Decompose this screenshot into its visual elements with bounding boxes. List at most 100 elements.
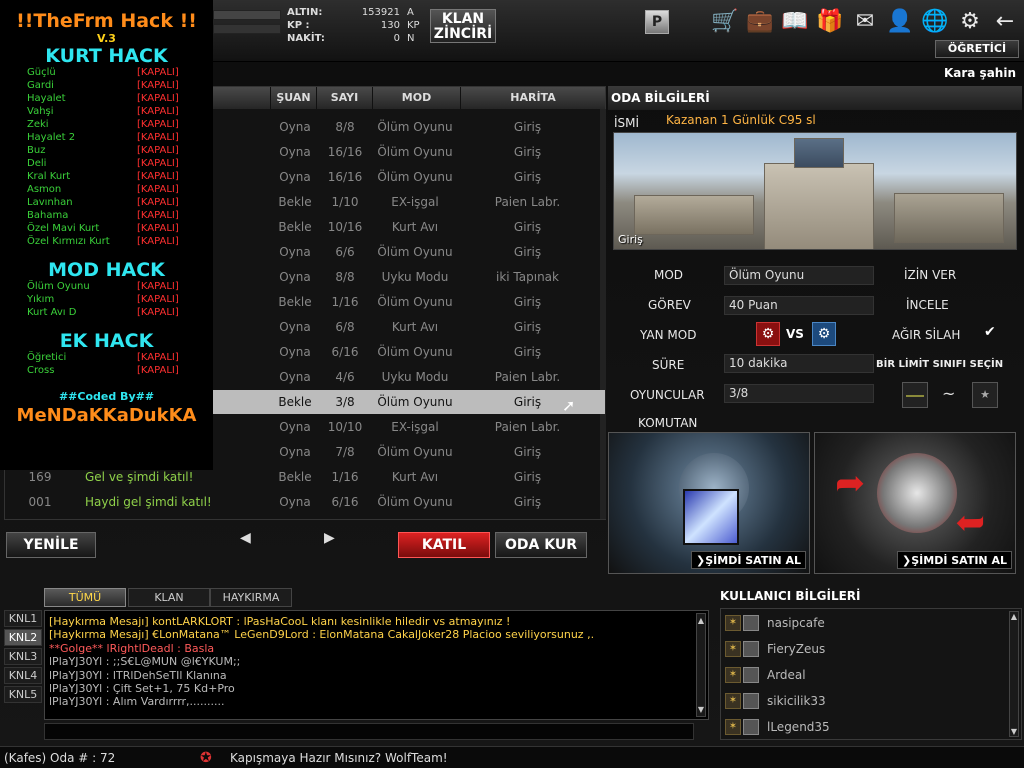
hack-toggle-name: Deli [27, 158, 47, 169]
chat-input[interactable] [44, 723, 694, 740]
room-map: Paien Labr. [494, 420, 561, 434]
hack-toggle-name: Hayalet 2 [27, 132, 76, 143]
back-arrow-icon[interactable]: ← [990, 8, 1020, 36]
heavy-weapon-label: AĞIR SİLAH [892, 328, 961, 342]
gold-label: ALTIN: [287, 7, 323, 18]
user-list-scrollbar[interactable]: ▲ ▼ [1009, 611, 1019, 737]
mouse-cursor-icon: ➚ [562, 396, 576, 415]
room-player-count: 1/16 [331, 295, 359, 309]
task-label: GÖREV [648, 298, 691, 312]
refresh-button[interactable]: YENİLE [6, 532, 96, 558]
buy-now-button-2[interactable]: ❯ŞİMDİ SATIN AL [897, 551, 1012, 569]
header-count[interactable]: SAYI [316, 87, 372, 109]
skull-ad-banner[interactable]: ➦ ➦ ❯ŞİMDİ SATIN AL [814, 432, 1016, 574]
room-status: Oyna [279, 345, 311, 359]
prev-page-icon[interactable]: ◀ [240, 530, 251, 546]
user-badge-icon [743, 615, 759, 631]
header-mode[interactable]: MOD [372, 87, 460, 109]
profile-card-icon[interactable]: 👤 [885, 8, 915, 36]
globe-icon[interactable]: 🌐 [920, 8, 950, 36]
channel-knl4[interactable]: KNL4 [4, 667, 42, 684]
hack-toggle-name: Ölüm Oyunu [27, 281, 90, 292]
hack-toggle-row: Hayalet 2 [KAPALI] [0, 132, 213, 145]
duration-label: SÜRE [652, 358, 685, 372]
room-player-count: 16/16 [327, 145, 363, 159]
settings-gear-icon[interactable]: ⚙ [955, 8, 985, 36]
user-name: FieryZeus [767, 642, 826, 656]
mode-label: MOD [654, 268, 684, 282]
room-player-count: 10/10 [327, 420, 363, 434]
hack-toggle-state: [KAPALI] [137, 93, 179, 104]
hack-toggle-name: Bahama [27, 210, 69, 221]
hack-version: V.3 [97, 32, 116, 45]
hack-toggle-name: Hayalet [27, 93, 66, 104]
channel-knl1[interactable]: KNL1 [4, 610, 42, 627]
heavy-weapon-check-icon[interactable]: ✔ [984, 324, 996, 340]
chat-line: lPlaYJ30Yl : lTRlDehSeTIl Klanına [49, 668, 227, 682]
hack-toggle-state: [KAPALI] [137, 145, 179, 156]
room-mode: Ölüm Oyunu [377, 170, 453, 184]
rank-icon: ✶ [725, 667, 741, 683]
clan-chain-button[interactable]: KLAN ZİNCİRİ [430, 9, 496, 43]
players-value: 3/8 [724, 384, 874, 403]
room-player-count: 6/16 [331, 345, 359, 359]
cash-unit: N [407, 33, 415, 44]
hack-toggle-row: Güçlü [KAPALI] [0, 67, 213, 80]
map-caption: Giriş [618, 233, 643, 246]
wolf-ad-banner[interactable]: ❯ŞİMDİ SATIN AL [608, 432, 810, 574]
user-name: lLegend35 [767, 720, 830, 734]
exp-bar [213, 10, 281, 20]
inventory-bag-icon[interactable]: 💼 [745, 8, 775, 36]
hack-title: !!TheFrm Hack !! [16, 10, 197, 32]
room-player-count: 16/16 [327, 170, 363, 184]
cash-label: NAKİT: [287, 33, 325, 44]
mode-value: Ölüm Oyunu [724, 266, 874, 285]
chat-scrollbar[interactable]: ▲ ▼ [696, 613, 706, 717]
rank-icon: ✶ [725, 693, 741, 709]
hack-toggle-state: [KAPALI] [137, 80, 179, 91]
hack-toggle-row: Asmon [KAPALI] [0, 184, 213, 197]
room-player-count: 1/16 [331, 470, 359, 484]
room-status: Oyna [279, 270, 311, 284]
clan-chain-line2: ZİNCİRİ [433, 26, 493, 42]
hack-toggle-name: Gardi [27, 80, 54, 91]
create-room-button[interactable]: ODA KUR [495, 532, 587, 558]
chat-line: [Haykırma Mesajı] €LonMatana™ LeGenD9Lor… [49, 628, 595, 642]
next-page-icon[interactable]: ▶ [324, 530, 335, 546]
chat-line: lPlaYJ30Yl : Alım Vardırrrr,.......... [49, 695, 225, 709]
limit-max-select[interactable]: ★ [972, 382, 998, 408]
hack-toggle-row: Deli [KAPALI] [0, 158, 213, 171]
attacker-team-icon: ⚙ [756, 322, 780, 346]
mail-icon[interactable]: ✉ [850, 8, 880, 36]
channel-knl2[interactable]: KNL2 [4, 629, 42, 646]
hack-toggle-row: Zeki [KAPALI] [0, 119, 213, 132]
header-map[interactable]: HARİTA [460, 87, 605, 109]
tab-clan[interactable]: KLAN [128, 588, 210, 607]
room-player-count: 6/8 [335, 320, 355, 334]
join-button[interactable]: KATIL [398, 532, 490, 558]
permission-label: İZİN VER [904, 268, 957, 282]
channel-knl5[interactable]: KNL5 [4, 686, 42, 703]
buy-now-button-1[interactable]: ❯ŞİMDİ SATIN AL [691, 551, 806, 569]
room-status: Bekle [278, 295, 312, 309]
shop-cart-icon[interactable]: 🛒 [710, 8, 740, 36]
teacher-button[interactable]: ÖĞRETİCİ [935, 40, 1019, 58]
kp-label: KP : [287, 20, 310, 31]
header-status[interactable]: ŞUAN [270, 87, 316, 109]
user-list: ▲ ▼ ✶ nasipcafe ✶ FieryZeus ✶ Ardeal ✶ sikicili… [720, 608, 1022, 740]
book-icon[interactable]: 📖 [780, 8, 810, 36]
hack-toggle-state: [KAPALI] [137, 184, 179, 195]
tab-all[interactable]: TÜMÜ [44, 588, 126, 607]
status-message: Kapışmaya Hazır Mısınız? WolfTeam! [230, 751, 448, 765]
limit-min-select[interactable] [902, 382, 928, 408]
tilde-separator: ~ [942, 384, 956, 403]
premium-icon[interactable]: P [645, 10, 669, 34]
room-number: 001 [28, 495, 52, 509]
tab-shout[interactable]: HAYKIRMA [210, 588, 292, 607]
room-mode: Ölüm Oyunu [377, 120, 453, 134]
room-row[interactable]: 001 Haydi gel şimdi katıl! Oyna 6/16 Ölü… [5, 490, 605, 514]
room-status: Oyna [279, 145, 311, 159]
channel-knl3[interactable]: KNL3 [4, 648, 42, 665]
hack-toggle-state: [KAPALI] [137, 365, 179, 376]
gift-box-icon[interactable]: 🎁 [815, 8, 845, 36]
